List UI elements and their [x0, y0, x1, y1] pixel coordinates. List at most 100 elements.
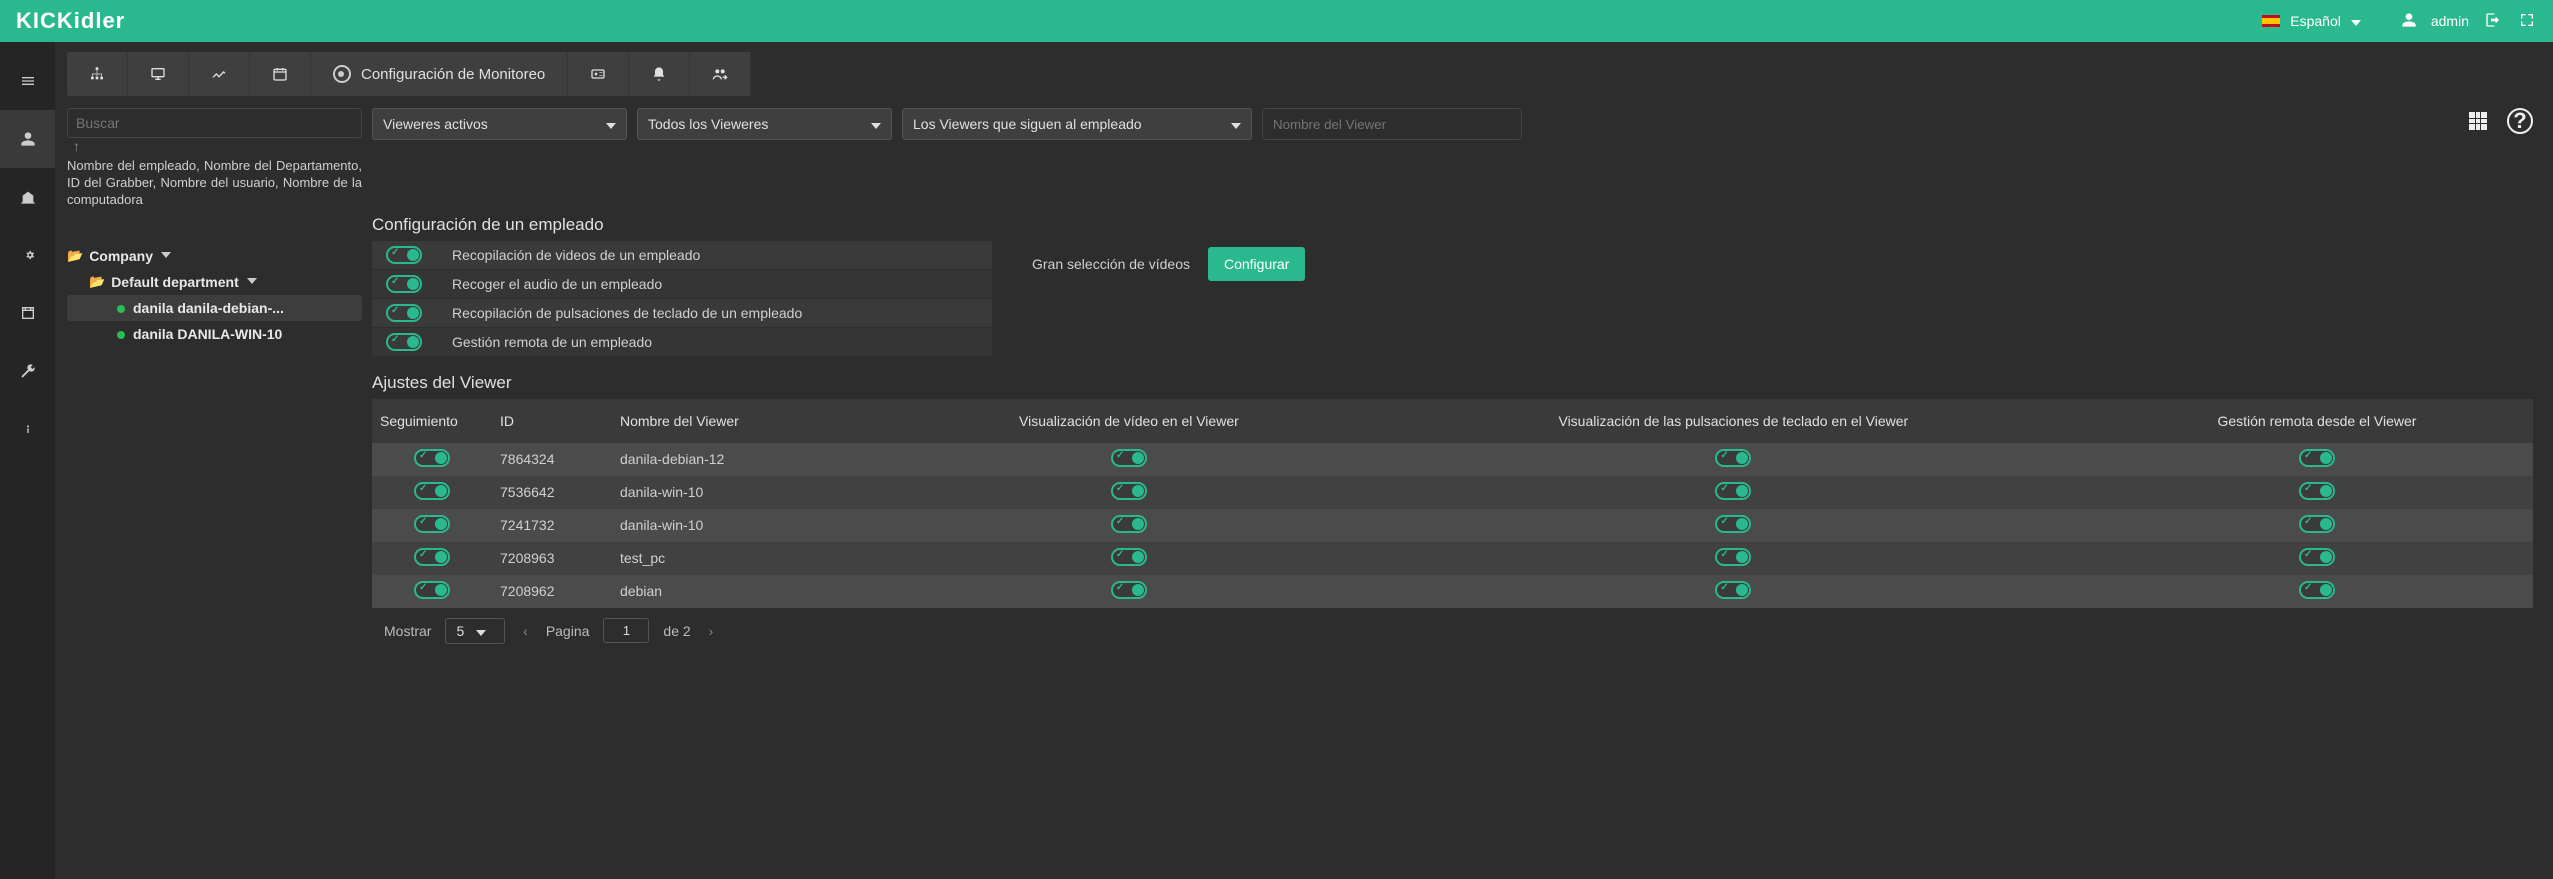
toggle-video-collection[interactable] — [386, 246, 422, 264]
side-menu-icon[interactable] — [0, 52, 55, 110]
calendar-icon[interactable] — [250, 52, 311, 96]
toggle-video-view[interactable] — [1111, 482, 1147, 500]
eye-toggle-icon — [333, 65, 351, 83]
org-chart-icon[interactable] — [67, 52, 128, 96]
toggle-follow[interactable] — [414, 515, 450, 533]
side-calendar-icon[interactable] — [0, 284, 55, 342]
folder-open-icon: 📂 — [89, 274, 105, 290]
select-all-viewers[interactable]: Todos los Vieweres — [637, 108, 892, 140]
select-following-viewers[interactable]: Los Viewers que siguen al empleado — [902, 108, 1252, 140]
logo: KICKidler — [16, 8, 125, 34]
toggle-keys-view[interactable] — [1715, 548, 1751, 566]
side-user-icon[interactable] — [0, 110, 55, 168]
cell-id: 7241732 — [492, 509, 612, 542]
toggle-video-view[interactable] — [1111, 449, 1147, 467]
page-prev[interactable]: ‹ — [519, 623, 532, 639]
toggle-remote-view[interactable] — [2299, 482, 2335, 500]
tab-monitoring-config[interactable]: Configuración de Monitoreo — [311, 52, 568, 96]
table-row: 7864324danila-debian-12 — [372, 443, 2533, 476]
toggle-video-view[interactable] — [1111, 515, 1147, 533]
tree-user-1[interactable]: danila danila-debian-... — [67, 295, 362, 321]
big-video-label: Gran selección de vídeos — [1032, 256, 1190, 272]
page-next[interactable]: › — [705, 623, 718, 639]
select-all-viewers-label: Todos los Vieweres — [648, 116, 768, 132]
user-icon — [2401, 12, 2417, 31]
toggle-remote-view[interactable] — [2299, 515, 2335, 533]
toggle-keys-view[interactable] — [1715, 515, 1751, 533]
tree-user-2[interactable]: danila DANILA-WIN-10 — [67, 321, 362, 347]
select-following-viewers-label: Los Viewers que siguen al empleado — [913, 116, 1142, 132]
label-video-collection: Recopilación de videos de un empleado — [452, 247, 700, 263]
toggle-remote-view[interactable] — [2299, 449, 2335, 467]
toggle-follow[interactable] — [414, 581, 450, 599]
toggle-follow[interactable] — [414, 482, 450, 500]
status-dot-icon — [117, 305, 125, 313]
toggle-follow[interactable] — [414, 548, 450, 566]
toggle-keystroke-collection[interactable] — [386, 304, 422, 322]
page-size-value: 5 — [456, 623, 464, 639]
side-wrench-icon[interactable] — [0, 342, 55, 400]
label-keystroke-collection: Recopilación de pulsaciones de teclado d… — [452, 305, 802, 321]
chart-icon[interactable] — [189, 52, 250, 96]
tree-department[interactable]: 📂 Default department — [67, 269, 362, 295]
table-row: 7208962debian — [372, 575, 2533, 608]
side-building-icon[interactable] — [0, 168, 55, 226]
cell-id: 7208962 — [492, 575, 612, 608]
fullscreen-icon[interactable] — [2517, 12, 2537, 31]
logout-icon[interactable] — [2483, 12, 2503, 31]
viewer-name-input[interactable] — [1262, 108, 1522, 140]
chevron-down-icon — [606, 116, 616, 132]
tree-company[interactable]: 📂 Company — [67, 243, 362, 269]
viewer-settings-title: Ajustes del Viewer — [372, 373, 2533, 393]
chevron-down-icon — [1231, 116, 1241, 132]
toggle-follow[interactable] — [414, 449, 450, 467]
chevron-down-icon — [247, 276, 257, 287]
search-hint: Nombre del empleado, Nombre del Departam… — [67, 158, 362, 209]
col-remote: Gestión remota desde el Viewer — [2101, 399, 2533, 443]
employee-config-title: Configuración de un empleado — [372, 215, 2533, 235]
cell-name: danila-debian-12 — [612, 443, 892, 476]
monitor-icon[interactable] — [128, 52, 189, 96]
status-dot-icon — [117, 331, 125, 339]
chevron-down-icon — [161, 250, 171, 261]
toggle-remote-view[interactable] — [2299, 581, 2335, 599]
chevron-down-icon — [476, 623, 486, 639]
toggle-remote-view[interactable] — [2299, 548, 2335, 566]
page-current-input[interactable] — [603, 618, 649, 643]
help-icon[interactable]: ? — [2507, 108, 2533, 134]
bell-icon[interactable] — [629, 52, 690, 96]
toggle-keys-view[interactable] — [1715, 482, 1751, 500]
label-remote-management: Gestión remota de un empleado — [452, 334, 652, 350]
pager-page-label: Pagina — [546, 623, 590, 639]
language-selector[interactable]: Español — [2242, 13, 2381, 29]
col-id: ID — [492, 399, 612, 443]
grid-view-icon[interactable] — [2465, 108, 2491, 134]
table-row: 7536642danila-win-10 — [372, 476, 2533, 509]
toggle-video-view[interactable] — [1111, 581, 1147, 599]
search-input[interactable] — [67, 108, 362, 138]
user-name[interactable]: admin — [2431, 13, 2469, 29]
pager-total: de 2 — [663, 623, 690, 639]
page-size-select[interactable]: 5 — [445, 618, 505, 644]
select-active-viewers[interactable]: Vieweres activos — [372, 108, 627, 140]
col-name: Nombre del Viewer — [612, 399, 892, 443]
toggle-audio-collection[interactable] — [386, 275, 422, 293]
col-video: Visualización de vídeo en el Viewer — [892, 399, 1366, 443]
configure-button[interactable]: Configurar — [1208, 247, 1305, 281]
cell-id: 7864324 — [492, 443, 612, 476]
folder-open-icon: 📂 — [67, 248, 83, 264]
tree-department-label: Default department — [111, 274, 239, 290]
side-gears-icon[interactable] — [0, 226, 55, 284]
cell-id: 7208963 — [492, 542, 612, 575]
org-tree: 📂 Company 📂 Default department danila da… — [67, 213, 362, 644]
toggle-keys-view[interactable] — [1715, 581, 1751, 599]
toggle-remote-management[interactable] — [386, 333, 422, 351]
toggle-video-view[interactable] — [1111, 548, 1147, 566]
tree-user-1-label: danila danila-debian-... — [133, 300, 284, 316]
users-rotate-icon[interactable] — [690, 52, 751, 96]
toggle-keys-view[interactable] — [1715, 449, 1751, 467]
toolbar: Configuración de Monitoreo — [67, 52, 751, 96]
chevron-down-icon — [871, 116, 881, 132]
idcard-icon[interactable] — [568, 52, 629, 96]
side-info-icon[interactable] — [0, 400, 55, 458]
